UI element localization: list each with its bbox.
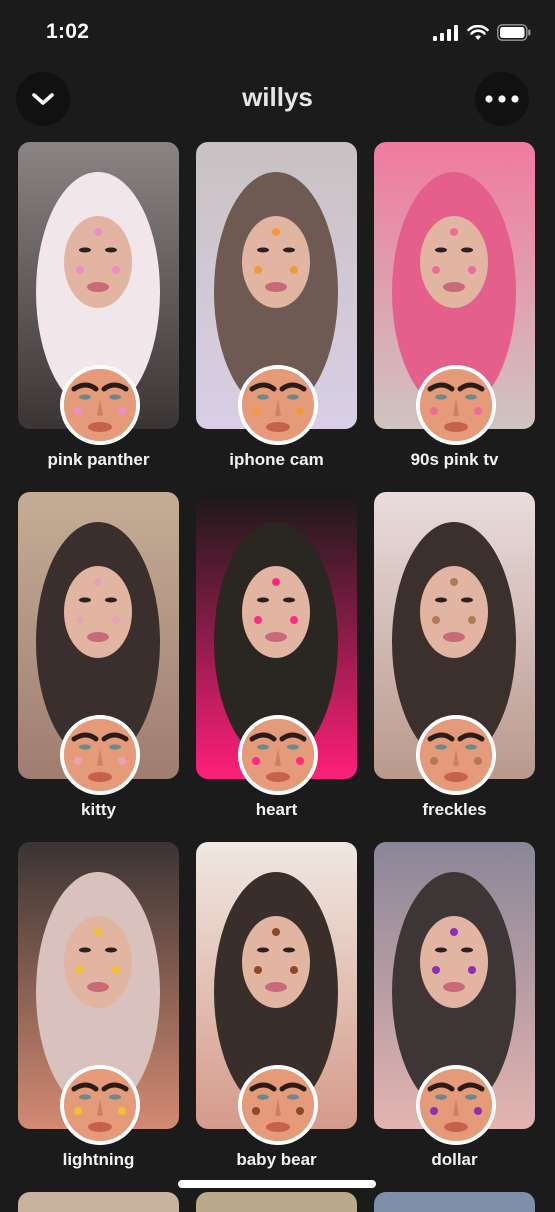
signal-icon [433,24,458,41]
lens-name: pink panther [47,450,150,469]
lens-icon-avatar [416,365,496,445]
lens-icon-avatar [416,715,496,795]
lens-icon-avatar [60,365,140,445]
lens-icon-avatar [238,715,318,795]
lens-icon-avatar [238,365,318,445]
lens-name: dollar [431,1150,478,1169]
lens-name: lightning [62,1150,135,1169]
lens-tile-90s-pink-tv[interactable]: 90s pink tv [374,142,535,469]
more-options-button[interactable] [475,72,529,126]
lens-icon-avatar [60,1065,140,1145]
lens-tile-lightning[interactable]: lightning [18,842,179,1169]
page-title: willys [242,82,313,112]
lens-tile-dollar[interactable]: dollar [374,842,535,1169]
lens-name: heart [255,800,298,819]
more-horizontal-icon [485,95,519,103]
header: willys [0,70,555,128]
home-indicator[interactable] [178,1180,376,1188]
lens-name: freckles [422,800,487,819]
next-row-tile-peek [374,1192,535,1212]
lens-icon-avatar [60,715,140,795]
battery-icon [497,24,531,41]
lens-name: 90s pink tv [410,450,499,469]
lens-name: baby bear [236,1150,317,1169]
next-row-tile-peek [196,1192,357,1212]
lens-icon-avatar [238,1065,318,1145]
lens-tile-kitty[interactable]: kitty [18,492,179,819]
lens-tile-freckles[interactable]: freckles [374,492,535,819]
lens-tile-pink-panther[interactable]: pink panther [18,142,179,469]
lens-icon-avatar [416,1065,496,1145]
lens-name: iphone cam [229,450,324,469]
lens-tile-iphone-cam[interactable]: iphone cam [196,142,357,469]
status-time: 1:02 [46,20,90,43]
status-bar: 1:02 [0,0,555,70]
lens-name: kitty [81,800,116,819]
next-row-tile-peek [18,1192,179,1212]
lens-tile-baby-bear[interactable]: baby bear [196,842,357,1169]
lens-tile-heart[interactable]: heart [196,492,357,819]
status-icons [433,24,531,41]
wifi-icon [467,24,489,40]
